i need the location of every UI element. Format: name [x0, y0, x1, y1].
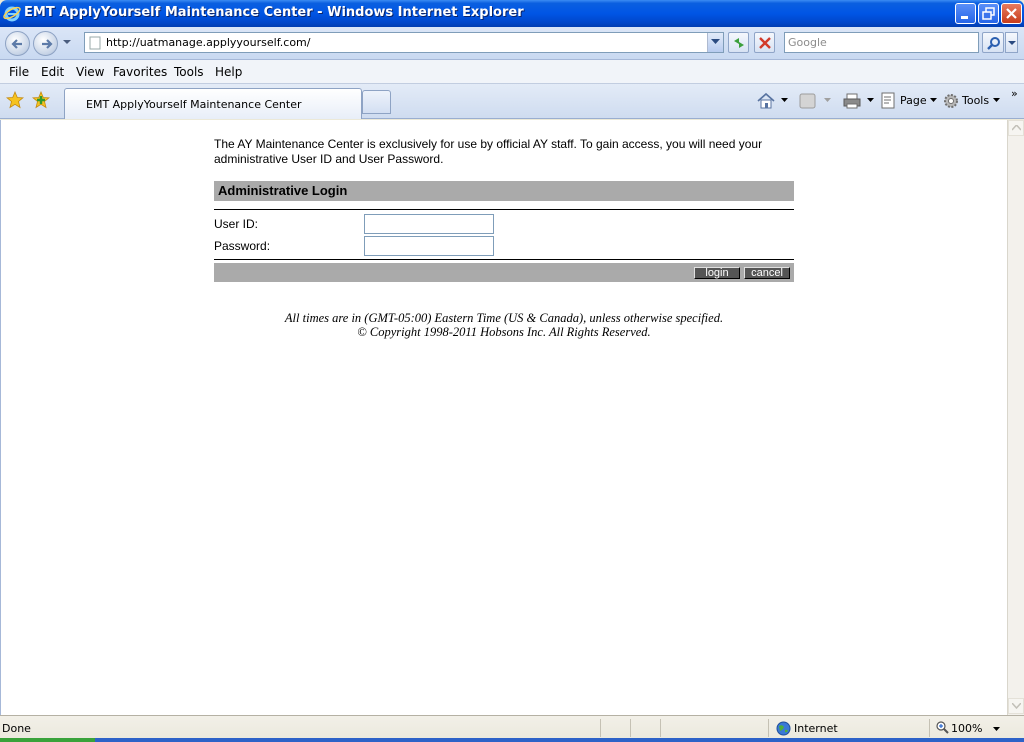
tab-title: EMT ApplyYourself Maintenance Center [86, 98, 302, 111]
internet-explorer-icon [3, 6, 21, 22]
menu-edit[interactable]: Edit [41, 65, 64, 79]
chevron-down-icon[interactable] [930, 98, 937, 102]
tab-bar: EMT ApplyYourself Maintenance Center Pag… [0, 84, 1024, 119]
search-options-button[interactable] [1005, 32, 1018, 53]
userid-input[interactable] [364, 214, 494, 234]
intro-text: The AY Maintenance Center is exclusively… [214, 137, 794, 167]
vertical-scrollbar[interactable] [1007, 120, 1024, 715]
tab-active[interactable]: EMT ApplyYourself Maintenance Center [64, 88, 362, 119]
password-label: Password: [214, 239, 271, 253]
security-zone-label: Internet [794, 722, 838, 735]
menu-help[interactable]: Help [215, 65, 242, 79]
divider [660, 719, 661, 737]
timezone-note: All times are in (GMT-05:00) Eastern Tim… [284, 311, 724, 325]
toolbar-overflow-icon[interactable]: » [1011, 87, 1018, 100]
minimize-button[interactable] [955, 3, 976, 24]
chevron-down-icon [711, 39, 720, 44]
menu-view[interactable]: View [76, 65, 104, 79]
home-icon[interactable] [756, 91, 776, 111]
refresh-button[interactable] [728, 32, 749, 53]
gear-icon[interactable] [942, 91, 960, 111]
divider [214, 259, 794, 260]
password-input[interactable] [364, 236, 494, 256]
search-placeholder: Google [788, 36, 827, 49]
chevron-up-icon [1012, 125, 1021, 131]
window-titlebar: EMT ApplyYourself Maintenance Center - W… [0, 0, 1024, 27]
close-button[interactable] [1001, 3, 1022, 24]
back-arrow-icon [11, 39, 22, 49]
address-url: http://uatmanage.applyyourself.com/ [106, 36, 311, 49]
recent-pages-dropdown-icon[interactable] [63, 40, 71, 45]
page-menu-icon[interactable] [880, 91, 898, 111]
login-actions-bar: login cancel [214, 263, 794, 282]
chevron-down-icon [1012, 703, 1021, 709]
menu-tools[interactable]: Tools [174, 65, 204, 79]
forward-button[interactable] [33, 31, 58, 56]
feeds-icon[interactable] [799, 91, 817, 111]
restore-icon [982, 7, 995, 20]
intro-line-1: The AY Maintenance Center is exclusively… [214, 137, 763, 151]
favorites-star-icon[interactable] [6, 91, 24, 109]
divider [929, 719, 930, 737]
login-section-header: Administrative Login [214, 181, 794, 201]
page-menu-label[interactable]: Page [900, 94, 927, 107]
minimize-icon [961, 16, 968, 19]
menu-favorites[interactable]: Favorites [113, 65, 167, 79]
menu-bar: File Edit View Favorites Tools Help [0, 60, 1024, 84]
window-title: EMT ApplyYourself Maintenance Center - W… [24, 5, 524, 20]
copyright-text: © Copyright 1998-2011 Hobsons Inc. All R… [357, 325, 651, 339]
address-field[interactable]: http://uatmanage.applyyourself.com/ [84, 32, 724, 53]
scroll-up-button[interactable] [1008, 120, 1024, 136]
scroll-down-button[interactable] [1008, 698, 1024, 714]
search-input[interactable]: Google [784, 32, 979, 53]
divider [630, 719, 631, 737]
menu-file[interactable]: File [9, 65, 29, 79]
cancel-button[interactable]: cancel [744, 267, 790, 279]
userid-label: User ID: [214, 217, 259, 231]
new-tab-button[interactable] [362, 90, 391, 114]
refresh-icon [734, 38, 744, 48]
tools-menu-label[interactable]: Tools [962, 94, 989, 107]
globe-icon [776, 721, 791, 736]
address-toolbar: http://uatmanage.applyyourself.com/ Goog… [0, 27, 1024, 60]
search-icon [987, 37, 1000, 50]
zoom-icon[interactable] [936, 721, 949, 735]
page-content: The AY Maintenance Center is exclusively… [0, 120, 1007, 715]
chevron-down-icon[interactable] [781, 98, 788, 102]
divider [768, 719, 769, 737]
chevron-down-icon[interactable] [867, 98, 874, 102]
add-favorite-icon[interactable] [32, 91, 50, 109]
taskbar-strip [0, 738, 1024, 742]
print-icon[interactable] [842, 91, 862, 111]
forward-arrow-icon [42, 39, 53, 49]
chevron-down-icon[interactable] [993, 727, 1000, 731]
login-button[interactable]: login [694, 267, 740, 279]
stop-button[interactable] [754, 32, 775, 53]
chevron-down-icon [1008, 41, 1016, 45]
page-icon [89, 36, 101, 50]
status-text: Done [2, 722, 31, 735]
close-icon [1006, 8, 1017, 19]
stop-icon [759, 37, 771, 49]
back-button[interactable] [5, 31, 30, 56]
intro-line-2: administrative User ID and User Password… [214, 152, 444, 166]
address-dropdown-button[interactable] [707, 33, 723, 52]
zoom-level[interactable]: 100% [951, 722, 982, 735]
divider [600, 719, 601, 737]
chevron-down-icon[interactable] [824, 98, 831, 102]
restore-button[interactable] [978, 3, 999, 24]
login-section-title: Administrative Login [218, 183, 348, 198]
divider [214, 209, 794, 210]
search-button[interactable] [982, 32, 1004, 53]
chevron-down-icon[interactable] [993, 98, 1000, 102]
